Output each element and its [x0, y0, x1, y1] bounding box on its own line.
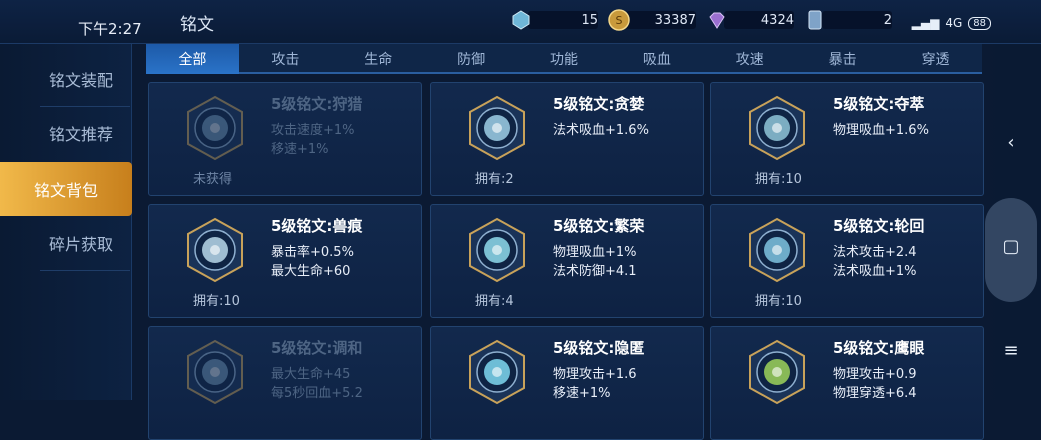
inscription-name: 5级铭文:调和 [271, 339, 363, 357]
gold-count: 33387 [654, 12, 696, 28]
card-icon [808, 10, 822, 30]
inscription-stat: 法术攻击+2.4 [833, 245, 917, 260]
crystal-count: 15 [581, 12, 598, 28]
inscription-card[interactable]: 5级铭文:狩猎 攻击速度+1% 移速+1% 未获得 [148, 82, 422, 196]
sidebar-item-label: 碎片获取 [48, 235, 113, 254]
inscription-name: 5级铭文:贪婪 [553, 95, 645, 113]
tab-all[interactable]: 全部 [146, 44, 239, 74]
inscription-name: 5级铭文:夺萃 [833, 95, 925, 113]
resource-card[interactable]: 2 [804, 9, 892, 31]
tab-defense[interactable]: 防御 [425, 44, 518, 74]
inscription-gem-icon [187, 95, 243, 161]
inscription-card[interactable]: 5级铭文:轮回 法术攻击+2.4 法术吸血+1% 拥有:10 [710, 204, 984, 318]
svg-text:S: S [616, 14, 623, 27]
inscription-name: 5级铭文:兽痕 [271, 217, 363, 235]
inscription-stat: 物理吸血+1% [553, 245, 637, 260]
inscription-stat: 物理穿透+6.4 [833, 386, 917, 401]
gold-coin-icon: S [608, 9, 630, 31]
sidebar-item-label: 铭文背包 [33, 181, 98, 200]
inscription-name: 5级铭文:繁荣 [553, 217, 645, 235]
resource-gold[interactable]: S 33387 [608, 9, 696, 31]
page-title: 铭文 [180, 15, 214, 35]
sidebar-item-equip[interactable]: 铭文装配 [30, 52, 132, 106]
inscription-card[interactable]: 5级铭文:贪婪 法术吸血+1.6% 拥有:2 [430, 82, 704, 196]
inscription-stat: 物理攻击+0.9 [833, 367, 917, 382]
inscription-gem-icon [469, 339, 525, 405]
inscription-stat: 法术吸血+1.6% [553, 123, 649, 138]
inscription-card[interactable]: 5级铭文:繁荣 物理吸血+1% 法术防御+4.1 拥有:4 [430, 204, 704, 318]
inscription-gem-icon [749, 217, 805, 283]
inscription-stat: 最大生命+45 [271, 367, 351, 382]
inscription-name: 5级铭文:鹰眼 [833, 339, 925, 357]
inscription-stat: 物理攻击+1.6 [553, 367, 637, 382]
battery-badge: 88 [968, 16, 991, 30]
inscription-stat: 物理吸血+1.6% [833, 123, 929, 138]
inscription-card[interactable]: 5级铭文:隐匿 物理攻击+1.6 移速+1% [430, 326, 704, 440]
sidebar-item-fragments[interactable]: 碎片获取 [30, 216, 132, 270]
top-bar: 下午2:27 铭文 15 S 33387 4324 2 ▂▄▆ 4G 88 [0, 0, 1041, 44]
diamond-count: 4324 [760, 12, 794, 28]
sidebar-divider [40, 270, 130, 271]
inscription-grid: 5级铭文:狩猎 攻击速度+1% 移速+1% 未获得 5级铭文:贪婪 法术吸血+1.6% 拥有… [148, 82, 984, 440]
tab-penetration[interactable]: 穿透 [889, 44, 982, 74]
tab-attack-speed[interactable]: 攻速 [703, 44, 796, 74]
inscription-stat: 每5秒回血+5.2 [271, 386, 363, 401]
inscription-gem-icon [469, 95, 525, 161]
tab-health[interactable]: 生命 [332, 44, 425, 74]
crystal-icon [512, 10, 530, 30]
category-tabs: 全部 攻击 生命 防御 功能 吸血 攻速 暴击 穿透 [146, 44, 982, 74]
tab-lifesteal[interactable]: 吸血 [610, 44, 703, 74]
diamond-icon [709, 12, 725, 29]
owned-count: 未获得 [193, 172, 233, 187]
network-label: 4G [945, 16, 963, 30]
back-icon[interactable]: ‹ [996, 132, 1026, 153]
inscription-name: 5级铭文:狩猎 [271, 95, 363, 113]
card-count: 2 [883, 12, 892, 28]
inscription-name: 5级铭文:隐匿 [553, 339, 645, 357]
inscription-card[interactable]: 5级铭文:调和 最大生命+45 每5秒回血+5.2 [148, 326, 422, 440]
inscription-gem-icon [469, 217, 525, 283]
owned-count: 拥有:2 [475, 172, 514, 187]
inscription-gem-icon [187, 217, 243, 283]
inscription-card[interactable]: 5级铭文:夺萃 物理吸血+1.6% 拥有:10 [710, 82, 984, 196]
status-time: 下午2:27 [78, 20, 142, 38]
home-icon[interactable]: ▢ [996, 236, 1026, 257]
inscription-gem-icon [187, 339, 243, 405]
inscription-stat: 移速+1% [553, 386, 611, 401]
owned-count: 拥有:10 [755, 172, 802, 187]
owned-count: 拥有:10 [755, 294, 802, 309]
inscription-card[interactable]: 5级铭文:兽痕 暴击率+0.5% 最大生命+60 拥有:10 [148, 204, 422, 318]
resource-crystal[interactable]: 15 [510, 9, 598, 31]
menu-icon[interactable]: ≡ [996, 340, 1026, 361]
inscription-stat: 攻击速度+1% [271, 123, 355, 138]
sidebar-item-backpack[interactable]: 铭文背包 [0, 162, 132, 216]
inscription-gem-icon [749, 95, 805, 161]
inscription-card[interactable]: 5级铭文:鹰眼 物理攻击+0.9 物理穿透+6.4 [710, 326, 984, 440]
tab-crit[interactable]: 暴击 [796, 44, 889, 74]
inscription-name: 5级铭文:轮回 [833, 217, 925, 235]
status-indicators: ▂▄▆ 4G 88 [912, 16, 991, 30]
inscription-stat: 最大生命+60 [271, 264, 351, 279]
sidebar-item-label: 铭文推荐 [48, 125, 113, 144]
tab-utility[interactable]: 功能 [518, 44, 611, 74]
inscription-stat: 法术防御+4.1 [553, 264, 637, 279]
owned-count: 拥有:4 [475, 294, 514, 309]
sidebar: 铭文装配 铭文推荐 铭文背包 碎片获取 [0, 44, 132, 400]
inscription-gem-icon [749, 339, 805, 405]
inscription-stat: 移速+1% [271, 142, 329, 157]
inscription-stat: 暴击率+0.5% [271, 245, 354, 260]
tab-attack[interactable]: 攻击 [239, 44, 332, 74]
inscription-stat: 法术吸血+1% [833, 264, 917, 279]
sidebar-item-label: 铭文装配 [48, 71, 113, 90]
sidebar-item-recommend[interactable]: 铭文推荐 [30, 106, 132, 160]
resource-diamond[interactable]: 4324 [706, 9, 794, 31]
owned-count: 拥有:10 [193, 294, 240, 309]
signal-icon: ▂▄▆ [911, 16, 940, 30]
